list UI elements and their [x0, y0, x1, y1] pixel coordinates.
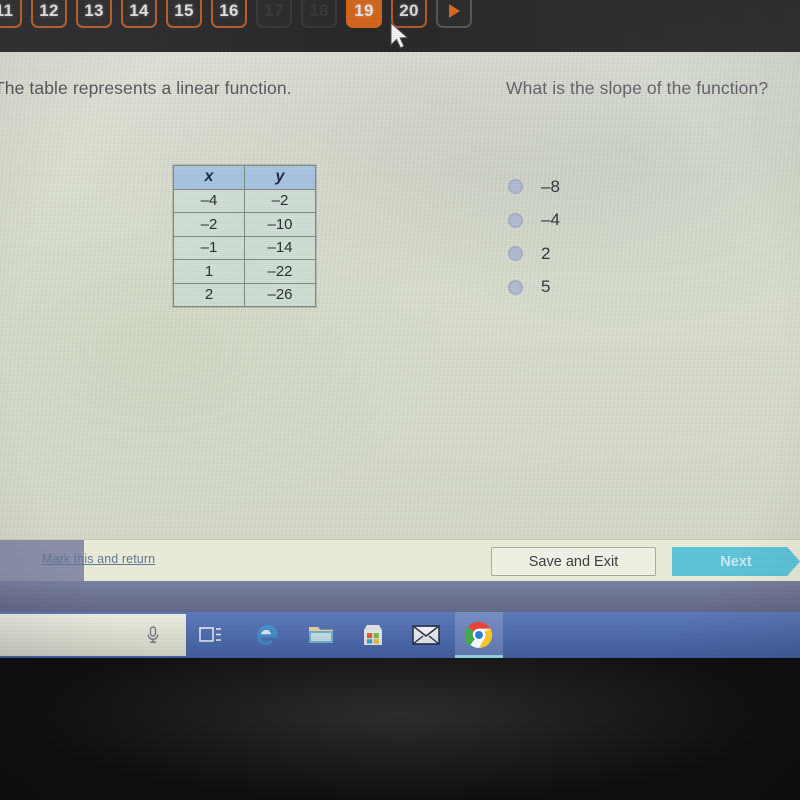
table-cell-x: 1 [173, 259, 245, 284]
question-tab-17[interactable]: 17 [256, 0, 292, 28]
chrome-browser-button[interactable] [464, 621, 494, 649]
answer-option-2[interactable]: –4 [508, 204, 560, 238]
windows-taskbar [0, 612, 800, 658]
table-row: –4 –2 [173, 188, 316, 213]
column-header-y: y [244, 165, 316, 190]
mail-button[interactable] [411, 621, 441, 649]
table-cell-y: –10 [244, 212, 316, 237]
edge-browser-button[interactable] [253, 621, 283, 649]
laptop-bezel: DELL [0, 658, 800, 800]
question-tab-label: 14 [129, 1, 149, 20]
question-prompt-text: What is the slope of the function? [506, 78, 769, 98]
answer-option-label: –4 [541, 210, 560, 230]
table-row: –1 –14 [173, 235, 316, 260]
table-row: 2 –26 [173, 282, 316, 307]
question-tab-label: 19 [354, 1, 374, 20]
radio-button-icon[interactable] [508, 212, 523, 228]
next-button[interactable]: Next [672, 547, 800, 576]
microphone-icon [147, 626, 159, 643]
mark-this-and-return-link[interactable]: Mark this and return [42, 552, 155, 566]
linear-function-table: x y –4 –2 –2 –10 –1 –14 1 –22 2 –26 [173, 165, 316, 307]
mail-icon [412, 625, 440, 645]
file-explorer-button[interactable] [306, 621, 336, 649]
radio-button-icon[interactable] [508, 179, 523, 195]
microsoft-store-button[interactable] [358, 621, 388, 649]
play-triangle-icon [448, 4, 460, 18]
answer-option-1[interactable]: –8 [508, 170, 560, 204]
question-tab-13[interactable]: 13 [76, 0, 112, 28]
radio-button-icon[interactable] [508, 279, 523, 295]
table-cell-x: 2 [173, 282, 245, 307]
question-stem-text: The table represents a linear function. [0, 78, 292, 98]
question-tab-label: 12 [39, 1, 59, 20]
table-header-row: x y [173, 165, 316, 190]
answer-options-list: –8 –4 2 5 [508, 170, 560, 304]
question-tab-label: 11 [0, 1, 14, 20]
column-header-x: x [173, 165, 245, 190]
question-tab-12[interactable]: 12 [31, 0, 67, 28]
task-view-button[interactable] [196, 621, 226, 649]
taskbar-search-input[interactable] [0, 614, 186, 656]
answer-option-3[interactable]: 2 [508, 237, 560, 271]
table-cell-y: –2 [244, 188, 316, 213]
question-tab-label: 17 [264, 1, 284, 20]
question-tab-label: 18 [309, 1, 329, 20]
question-tab-label: 13 [84, 1, 104, 20]
table-cell-x: –2 [173, 212, 245, 237]
question-tab-label: 16 [219, 1, 239, 20]
table-cell-y: –22 [244, 259, 316, 284]
question-tab-label: 15 [174, 1, 194, 20]
question-tab-18[interactable]: 18 [301, 0, 337, 28]
answer-option-label: 2 [541, 243, 551, 263]
question-tab-label: 20 [399, 1, 419, 20]
task-view-icon [199, 627, 221, 642]
table-cell-y: –26 [244, 282, 316, 307]
table-row: –2 –10 [173, 212, 316, 237]
save-and-exit-button[interactable]: Save and Exit [491, 547, 656, 576]
question-tab-14[interactable]: 14 [121, 0, 157, 28]
microsoft-store-icon [364, 625, 382, 645]
table-row: 1 –22 [173, 259, 316, 284]
quiz-footer-bar: Mark this and return Save and Exit Next [0, 539, 800, 582]
file-explorer-icon [309, 627, 333, 643]
mouse-pointer-icon [390, 22, 409, 49]
next-page-arrow-button[interactable] [436, 0, 472, 28]
answer-option-label: 5 [541, 277, 551, 297]
table-cell-x: –4 [173, 188, 245, 213]
edge-browser-icon [257, 625, 278, 645]
table-cell-x: –1 [173, 235, 245, 260]
table-cell-y: –14 [244, 235, 316, 260]
quiz-content-area: The table represents a linear function. … [0, 52, 800, 539]
radio-button-icon[interactable] [508, 246, 523, 262]
laptop-screen-photo: 11 12 13 14 15 16 17 18 19 20 The table … [0, 0, 800, 800]
chrome-browser-icon [465, 621, 492, 648]
answer-option-4[interactable]: 5 [508, 271, 560, 305]
question-tab-19[interactable]: 19 [346, 0, 382, 28]
answer-option-label: –8 [541, 176, 560, 196]
question-tab-16[interactable]: 16 [211, 0, 247, 28]
question-tab-11[interactable]: 11 [0, 0, 22, 28]
desktop-background [0, 581, 800, 612]
question-tab-15[interactable]: 15 [166, 0, 202, 28]
